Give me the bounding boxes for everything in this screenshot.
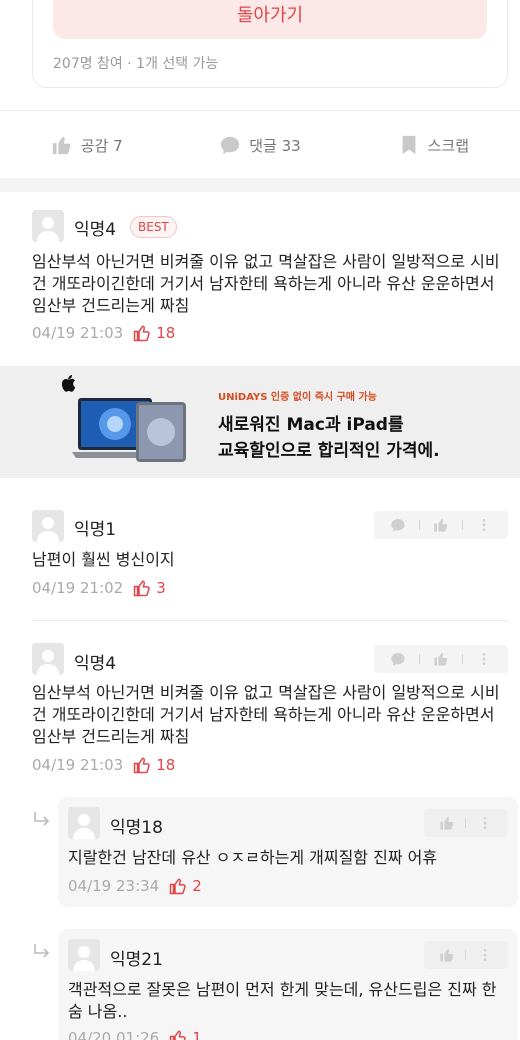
- section-gap: [0, 178, 520, 192]
- comment-actions: [374, 511, 508, 539]
- reply-actions: [424, 941, 508, 969]
- separator: [419, 654, 421, 664]
- comment-meta: 04/19 21:03 18: [32, 756, 175, 774]
- thumbs-up-icon: [169, 1030, 186, 1040]
- comment-icon[interactable]: [390, 651, 406, 667]
- avatar: [68, 807, 100, 839]
- reply-time: 04/20 01:26: [68, 1029, 160, 1040]
- comment-time: 04/19 21:02: [32, 579, 124, 597]
- comment-meta: 04/19 21:03 18: [32, 324, 175, 342]
- mac-ipad-image: [72, 398, 186, 462]
- thumbs-up-icon: [133, 325, 150, 342]
- reply-author: 익명18: [110, 818, 163, 838]
- ad-tag: UNiDAYS 인증 없이 즉시 구매 가능: [218, 392, 377, 403]
- more-icon[interactable]: [477, 815, 493, 831]
- like-count: 18: [156, 756, 176, 774]
- reply-text: 지랄한건 남잔데 유산 ㅇㅈㄹ하는게 개찌질함 진짜 어휴: [68, 848, 438, 867]
- more-icon[interactable]: [477, 947, 493, 963]
- reply-box: 익명21 객관적으로 잘못은 남편이 먼저 한게 맞는데, 유산드립은 진짜 한…: [58, 929, 518, 1040]
- comment-text: 남편이 훨씬 병신이지: [32, 550, 175, 569]
- thumbs-up-icon[interactable]: [433, 651, 449, 667]
- ad-banner[interactable]: UNiDAYS 인증 없이 즉시 구매 가능 새로워진 Mac과 iPad를 교…: [0, 366, 520, 478]
- like-button[interactable]: 공감 7: [0, 112, 173, 178]
- post-action-bar: 공감 7 댓글 33 스크랩: [0, 112, 520, 178]
- like-count: 3: [156, 579, 166, 597]
- separator: [419, 520, 421, 530]
- comment-meta: 04/19 21:02 3: [32, 579, 166, 597]
- comment-time: 04/19 21:03: [32, 324, 124, 342]
- best-badge: BEST: [130, 216, 177, 238]
- comment-likes[interactable]: 18: [133, 324, 175, 342]
- scrap-label: 스크랩: [427, 136, 470, 155]
- thumbs-up-icon: [133, 580, 150, 597]
- avatar-icon: [32, 510, 64, 542]
- avatar-icon: [68, 939, 100, 971]
- separator: [465, 950, 467, 960]
- like-label: 공감 7: [80, 136, 123, 155]
- reply-text: 객관적으로 잘못은 남편이 먼저 한게 맞는데, 유산드립은 진짜 한숨 나옴.…: [68, 980, 497, 1021]
- comment-label: 댓글 33: [249, 136, 301, 155]
- ad-headline-1: 새로워진 Mac과 iPad를: [218, 415, 404, 435]
- avatar-icon: [32, 643, 64, 675]
- scrap-button[interactable]: 스크랩: [347, 112, 520, 178]
- avatar-icon: [32, 210, 64, 242]
- like-count: 1: [192, 1029, 202, 1040]
- thumbs-up-icon[interactable]: [439, 815, 455, 831]
- thumbs-up-icon[interactable]: [439, 947, 455, 963]
- divider: [32, 620, 508, 621]
- like-count: 2: [192, 877, 202, 895]
- comment-icon[interactable]: [390, 517, 406, 533]
- comment-author: 익명1: [74, 520, 117, 540]
- reply-actions: [424, 809, 508, 837]
- avatar: [32, 210, 64, 242]
- like-count: 18: [156, 324, 176, 342]
- avatar: [32, 510, 64, 542]
- separator: [465, 818, 467, 828]
- poll-meta: 207명 참여 · 1개 선택 가능: [53, 56, 219, 72]
- reply-meta: 04/19 23:34 2: [68, 877, 202, 895]
- comment-author: 익명4: [74, 220, 117, 240]
- poll-card: 돌아가기 207명 참여 · 1개 선택 가능: [32, 0, 508, 88]
- reply-likes[interactable]: 2: [169, 877, 202, 895]
- reply-meta: 04/20 01:26 1: [68, 1029, 202, 1040]
- comment-button[interactable]: 댓글 33: [173, 112, 346, 178]
- comment-time: 04/19 21:03: [32, 756, 124, 774]
- avatar-icon: [68, 807, 100, 839]
- comment-actions: [374, 645, 508, 673]
- comment-text: 임산부석 아닌거면 비켜줄 이유 없고 멱살잡은 사람이 일방적으로 시비건 개…: [32, 252, 500, 315]
- more-icon[interactable]: [476, 651, 492, 667]
- comment-author: 익명4: [74, 654, 117, 674]
- comment-text: 임산부석 아닌거면 비켜줄 이유 없고 멱살잡은 사람이 일방적으로 시비건 개…: [32, 683, 500, 746]
- avatar: [68, 939, 100, 971]
- apple-logo-icon: [61, 375, 76, 392]
- reply-time: 04/19 23:34: [68, 877, 160, 895]
- reply-arrow-icon: [34, 812, 50, 826]
- bookmark-icon: [402, 135, 416, 155]
- reply-box: 익명18 지랄한건 남잔데 유산 ㅇㅈㄹ하는게 개찌질함 진짜 어휴 04/19…: [58, 797, 518, 907]
- comment-icon: [221, 136, 240, 155]
- thumbs-up-icon[interactable]: [433, 517, 449, 533]
- separator: [461, 654, 463, 664]
- more-icon[interactable]: [476, 517, 492, 533]
- back-button[interactable]: 돌아가기: [53, 0, 487, 39]
- reply-arrow-icon: [34, 944, 50, 958]
- thumbs-up-icon: [52, 136, 71, 155]
- comment-likes[interactable]: 3: [133, 579, 166, 597]
- separator: [461, 520, 463, 530]
- avatar: [32, 643, 64, 675]
- comment-likes[interactable]: 18: [133, 756, 175, 774]
- ad-headline-2: 교육할인으로 합리적인 가격에.: [218, 441, 440, 461]
- divider: [0, 110, 520, 111]
- reply-likes[interactable]: 1: [169, 1029, 202, 1040]
- thumbs-up-icon: [133, 757, 150, 774]
- reply-author: 익명21: [110, 950, 163, 970]
- thumbs-up-icon: [169, 878, 186, 895]
